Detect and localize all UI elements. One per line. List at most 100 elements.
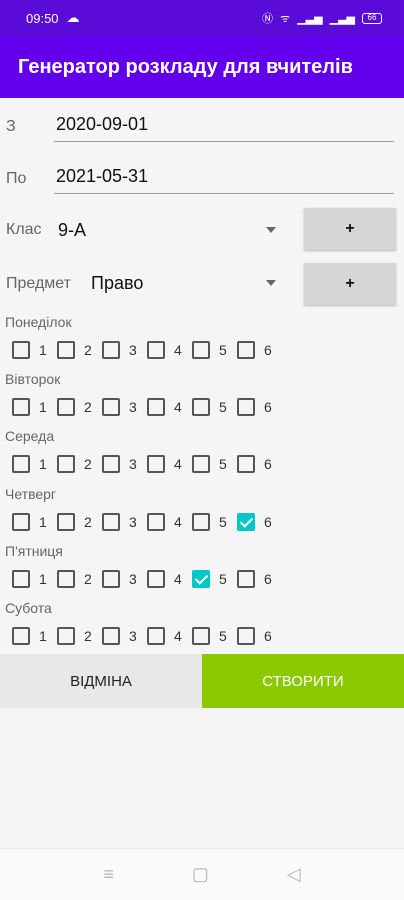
checked-checkbox[interactable] <box>237 512 255 531</box>
lesson-checkbox-item[interactable]: 5 <box>192 396 237 418</box>
lesson-checkbox-item[interactable]: 3 <box>102 511 147 533</box>
lesson-number: 2 <box>84 342 92 358</box>
checkbox[interactable] <box>192 341 210 359</box>
checkbox[interactable] <box>57 627 75 645</box>
day-lessons-row: 1 2 3 4 5 6 <box>12 568 282 590</box>
home-icon[interactable]: ▢ <box>192 864 209 885</box>
lesson-checkbox-item[interactable]: 3 <box>102 625 147 647</box>
lesson-checkbox-item[interactable]: 5 <box>192 339 237 361</box>
lesson-checkbox-item[interactable]: 3 <box>102 396 147 418</box>
create-button[interactable]: СТВОРИТИ <box>202 654 404 708</box>
lesson-checkbox-item[interactable]: 1 <box>12 625 57 647</box>
lesson-checkbox-item[interactable]: 3 <box>102 568 147 590</box>
lesson-checkbox-item[interactable]: 1 <box>12 339 57 361</box>
lesson-checkbox-item[interactable]: 4 <box>147 568 192 590</box>
checkbox[interactable] <box>237 398 255 417</box>
lesson-checkbox-item[interactable]: 4 <box>147 396 192 418</box>
checkbox[interactable] <box>12 455 30 474</box>
checkbox[interactable] <box>192 512 210 531</box>
lesson-number: 3 <box>129 570 137 587</box>
subject-select[interactable]: Право <box>91 267 280 299</box>
checkbox[interactable] <box>102 569 120 588</box>
checkbox[interactable] <box>237 455 255 474</box>
lesson-checkbox-item[interactable]: 4 <box>147 625 192 647</box>
from-date-input[interactable] <box>54 108 394 142</box>
checkbox[interactable] <box>237 569 255 588</box>
menu-icon[interactable]: ≡ <box>103 864 114 885</box>
lesson-checkbox-item[interactable]: 1 <box>12 511 57 533</box>
checkbox[interactable] <box>102 341 120 359</box>
lesson-checkbox-item[interactable]: 5 <box>192 511 237 533</box>
checkbox[interactable] <box>192 455 210 474</box>
lesson-checkbox-item[interactable]: 2 <box>57 453 102 475</box>
subject-label: Предмет <box>6 275 71 292</box>
lesson-checkbox-item[interactable]: 6 <box>237 453 282 475</box>
lesson-checkbox-item[interactable]: 2 <box>57 339 102 361</box>
checkbox[interactable] <box>12 398 30 417</box>
checkbox[interactable] <box>102 398 120 417</box>
lesson-checkbox-item[interactable]: 4 <box>147 339 192 361</box>
checkbox[interactable] <box>102 455 120 474</box>
lesson-checkbox-item[interactable]: 5 <box>192 625 237 647</box>
dropdown-arrow-icon <box>266 280 276 286</box>
day-lessons-row: 1 2 3 4 5 6 <box>12 625 282 647</box>
lesson-number: 4 <box>174 399 182 416</box>
checkbox[interactable] <box>147 341 165 359</box>
checkbox[interactable] <box>57 569 75 588</box>
lesson-checkbox-item[interactable]: 5 <box>192 453 237 475</box>
checkbox[interactable] <box>57 341 75 359</box>
lesson-checkbox-item[interactable]: 6 <box>237 396 282 418</box>
checkbox[interactable] <box>237 341 255 359</box>
checkbox[interactable] <box>147 627 165 645</box>
back-icon[interactable]: ◁ <box>287 864 301 885</box>
lesson-checkbox-item[interactable]: 4 <box>147 511 192 533</box>
lesson-checkbox-item[interactable]: 6 <box>237 625 282 647</box>
lesson-number: 4 <box>174 628 182 644</box>
lesson-checkbox-item[interactable]: 6 <box>237 339 282 361</box>
class-select[interactable]: 9-А <box>58 214 280 246</box>
navigation-bar: ≡ ▢ ◁ <box>0 848 404 900</box>
lesson-checkbox-item[interactable]: 3 <box>102 339 147 361</box>
lesson-checkbox-item[interactable]: 4 <box>147 453 192 475</box>
checkbox[interactable] <box>57 398 75 417</box>
checkbox[interactable] <box>57 455 75 474</box>
lesson-checkbox-item[interactable]: 2 <box>57 396 102 418</box>
add-subject-button[interactable]: + <box>304 263 396 305</box>
checkbox[interactable] <box>147 512 165 531</box>
checked-checkbox[interactable] <box>192 569 210 588</box>
class-label: Клас <box>6 221 42 238</box>
checkbox[interactable] <box>102 512 120 531</box>
checkbox[interactable] <box>12 627 30 645</box>
lesson-checkbox-item[interactable]: 1 <box>12 396 57 418</box>
lesson-number: 1 <box>39 456 47 473</box>
lesson-checkbox-item[interactable]: 2 <box>57 568 102 590</box>
checkbox[interactable] <box>192 398 210 417</box>
lesson-number: 5 <box>219 342 227 358</box>
lesson-checkbox-item[interactable]: 6 <box>237 511 282 533</box>
lesson-checkbox-item[interactable]: 1 <box>12 568 57 590</box>
checkbox[interactable] <box>147 398 165 417</box>
add-class-button[interactable]: + <box>304 208 396 250</box>
checkbox[interactable] <box>57 512 75 531</box>
cancel-button[interactable]: ВІДМІНА <box>0 654 202 708</box>
lesson-checkbox-item[interactable]: 6 <box>237 568 282 590</box>
lesson-number: 3 <box>129 628 137 644</box>
checkbox[interactable] <box>12 512 30 531</box>
checkbox[interactable] <box>12 569 30 588</box>
lesson-number: 1 <box>39 570 47 587</box>
lesson-checkbox-item[interactable]: 2 <box>57 511 102 533</box>
to-date-input[interactable] <box>54 160 394 194</box>
checkbox[interactable] <box>237 627 255 645</box>
day-label: П'ятниця <box>5 542 63 559</box>
lesson-checkbox-item[interactable]: 2 <box>57 625 102 647</box>
lesson-checkbox-item[interactable]: 1 <box>12 453 57 475</box>
day-label: Субота <box>5 600 52 616</box>
checkbox[interactable] <box>192 627 210 645</box>
lesson-checkbox-item[interactable]: 3 <box>102 453 147 475</box>
checkbox[interactable] <box>147 455 165 474</box>
lesson-number: 1 <box>39 513 47 530</box>
checkbox[interactable] <box>102 627 120 645</box>
lesson-checkbox-item[interactable]: 5 <box>192 568 237 590</box>
checkbox[interactable] <box>147 569 165 588</box>
checkbox[interactable] <box>12 341 30 359</box>
